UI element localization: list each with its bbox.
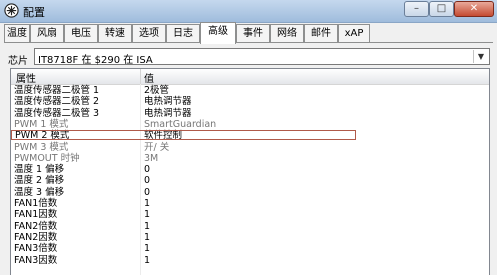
- table-header: 属性 值: [11, 69, 489, 85]
- property-cell: FAN3因数: [14, 254, 58, 266]
- table-row[interactable]: PWMOUT 时钟 3M: [11, 153, 489, 164]
- window-title: 配置: [23, 6, 45, 19]
- chip-select[interactable]: IT8718F 在 $290 在 ISA ▼: [34, 48, 490, 66]
- tab-8[interactable]: 网络: [270, 24, 304, 42]
- property-cell: 温度传感器二极管 1: [14, 85, 100, 96]
- value-cell[interactable]: 电热调节器: [144, 96, 192, 107]
- tab-3[interactable]: 转速: [98, 24, 132, 42]
- close-button[interactable]: ✕: [454, 1, 494, 17]
- table-row[interactable]: FAN3因数 1: [11, 255, 489, 266]
- table-row[interactable]: FAN2倍数 1: [11, 221, 489, 232]
- app-icon: [4, 3, 19, 18]
- table-row[interactable]: FAN3倍数 1: [11, 243, 489, 254]
- property-cell: FAN1因数: [14, 209, 58, 221]
- chevron-down-icon[interactable]: ▼: [473, 50, 488, 63]
- value-cell[interactable]: 1: [144, 255, 150, 266]
- value-cell[interactable]: 0: [144, 175, 150, 186]
- table-row[interactable]: 温度传感器二极管 3 电热调节器: [11, 108, 489, 119]
- table-row[interactable]: FAN1因数 1: [11, 209, 489, 220]
- property-cell: 温度传感器二极管 2: [14, 96, 100, 108]
- minimize-button[interactable]: –: [404, 1, 429, 17]
- tab-7[interactable]: 事件: [236, 24, 270, 42]
- table-row[interactable]: FAN2因数 1: [11, 232, 489, 243]
- table-row[interactable]: 温度传感器二极管 2 电热调节器: [11, 96, 489, 107]
- property-cell: FAN3倍数: [14, 243, 58, 255]
- tab-10[interactable]: xAP: [338, 24, 370, 42]
- chip-label: 芯片: [8, 56, 28, 67]
- column-divider[interactable]: [140, 69, 141, 84]
- property-cell: PWM 3 模式: [14, 141, 69, 153]
- table-row[interactable]: FAN1倍数 1: [11, 198, 489, 209]
- table-row[interactable]: 温度传感器二极管 1 2极管: [11, 85, 489, 96]
- value-cell[interactable]: 电热调节器: [144, 108, 192, 119]
- value-cell[interactable]: 0: [144, 187, 150, 198]
- table-row[interactable]: 温度 3 偏移 0: [11, 187, 489, 198]
- column-header-property[interactable]: 属性: [16, 70, 36, 85]
- selected-row-outline: [11, 130, 356, 141]
- property-cell: PWMOUT 时钟: [14, 152, 80, 164]
- title-bar: 配置 – □ ✕: [0, 0, 497, 23]
- value-cell[interactable]: 开/ 关: [144, 142, 169, 153]
- property-cell: PWM 1 模式: [14, 118, 69, 130]
- tab-6[interactable]: 高级: [200, 22, 236, 44]
- table-row[interactable]: 温度 2 偏移 0: [11, 175, 489, 186]
- tab-5[interactable]: 日志: [166, 24, 200, 42]
- chip-select-value: IT8718F 在 $290 在 ISA: [38, 55, 153, 66]
- table-row[interactable]: 温度 1 偏移 0: [11, 164, 489, 175]
- value-cell[interactable]: 1: [144, 209, 150, 220]
- table-row[interactable]: PWM 3 模式 开/ 关: [11, 142, 489, 153]
- tab-4[interactable]: 选项: [132, 24, 166, 42]
- property-cell: FAN1倍数: [14, 198, 58, 209]
- value-cell[interactable]: SmartGuardian: [144, 119, 216, 130]
- tab-1[interactable]: 风扇: [30, 24, 64, 42]
- table-row[interactable]: PWM 1 模式 SmartGuardian: [11, 119, 489, 130]
- value-cell[interactable]: 1: [144, 243, 150, 254]
- property-cell: 温度传感器二极管 3: [14, 107, 100, 119]
- value-cell[interactable]: 1: [144, 198, 150, 209]
- tab-9[interactable]: 邮件: [304, 24, 338, 42]
- property-cell: 温度 3 偏移: [14, 186, 65, 198]
- tab-strip-divider: [4, 42, 493, 43]
- properties-table: 属性 值 温度传感器二极管 1 2极管 温度传感器二极管 2 电热调节器 温度传感器二极…: [10, 68, 490, 275]
- value-cell[interactable]: 3M: [144, 153, 158, 164]
- property-cell: FAN2倍数: [14, 220, 58, 232]
- value-cell[interactable]: 1: [144, 221, 150, 232]
- value-cell[interactable]: 2极管: [144, 85, 169, 96]
- property-cell: 温度 1 偏移: [14, 164, 65, 176]
- value-cell[interactable]: 0: [144, 164, 150, 175]
- property-cell: 温度 2 偏移: [14, 175, 65, 187]
- value-cell[interactable]: 1: [144, 232, 150, 243]
- property-cell: FAN2因数: [14, 231, 58, 243]
- tab-2[interactable]: 电压: [64, 24, 98, 42]
- tab-0[interactable]: 温度: [4, 24, 30, 42]
- column-header-value[interactable]: 值: [144, 70, 154, 85]
- maximize-button[interactable]: □: [429, 1, 454, 17]
